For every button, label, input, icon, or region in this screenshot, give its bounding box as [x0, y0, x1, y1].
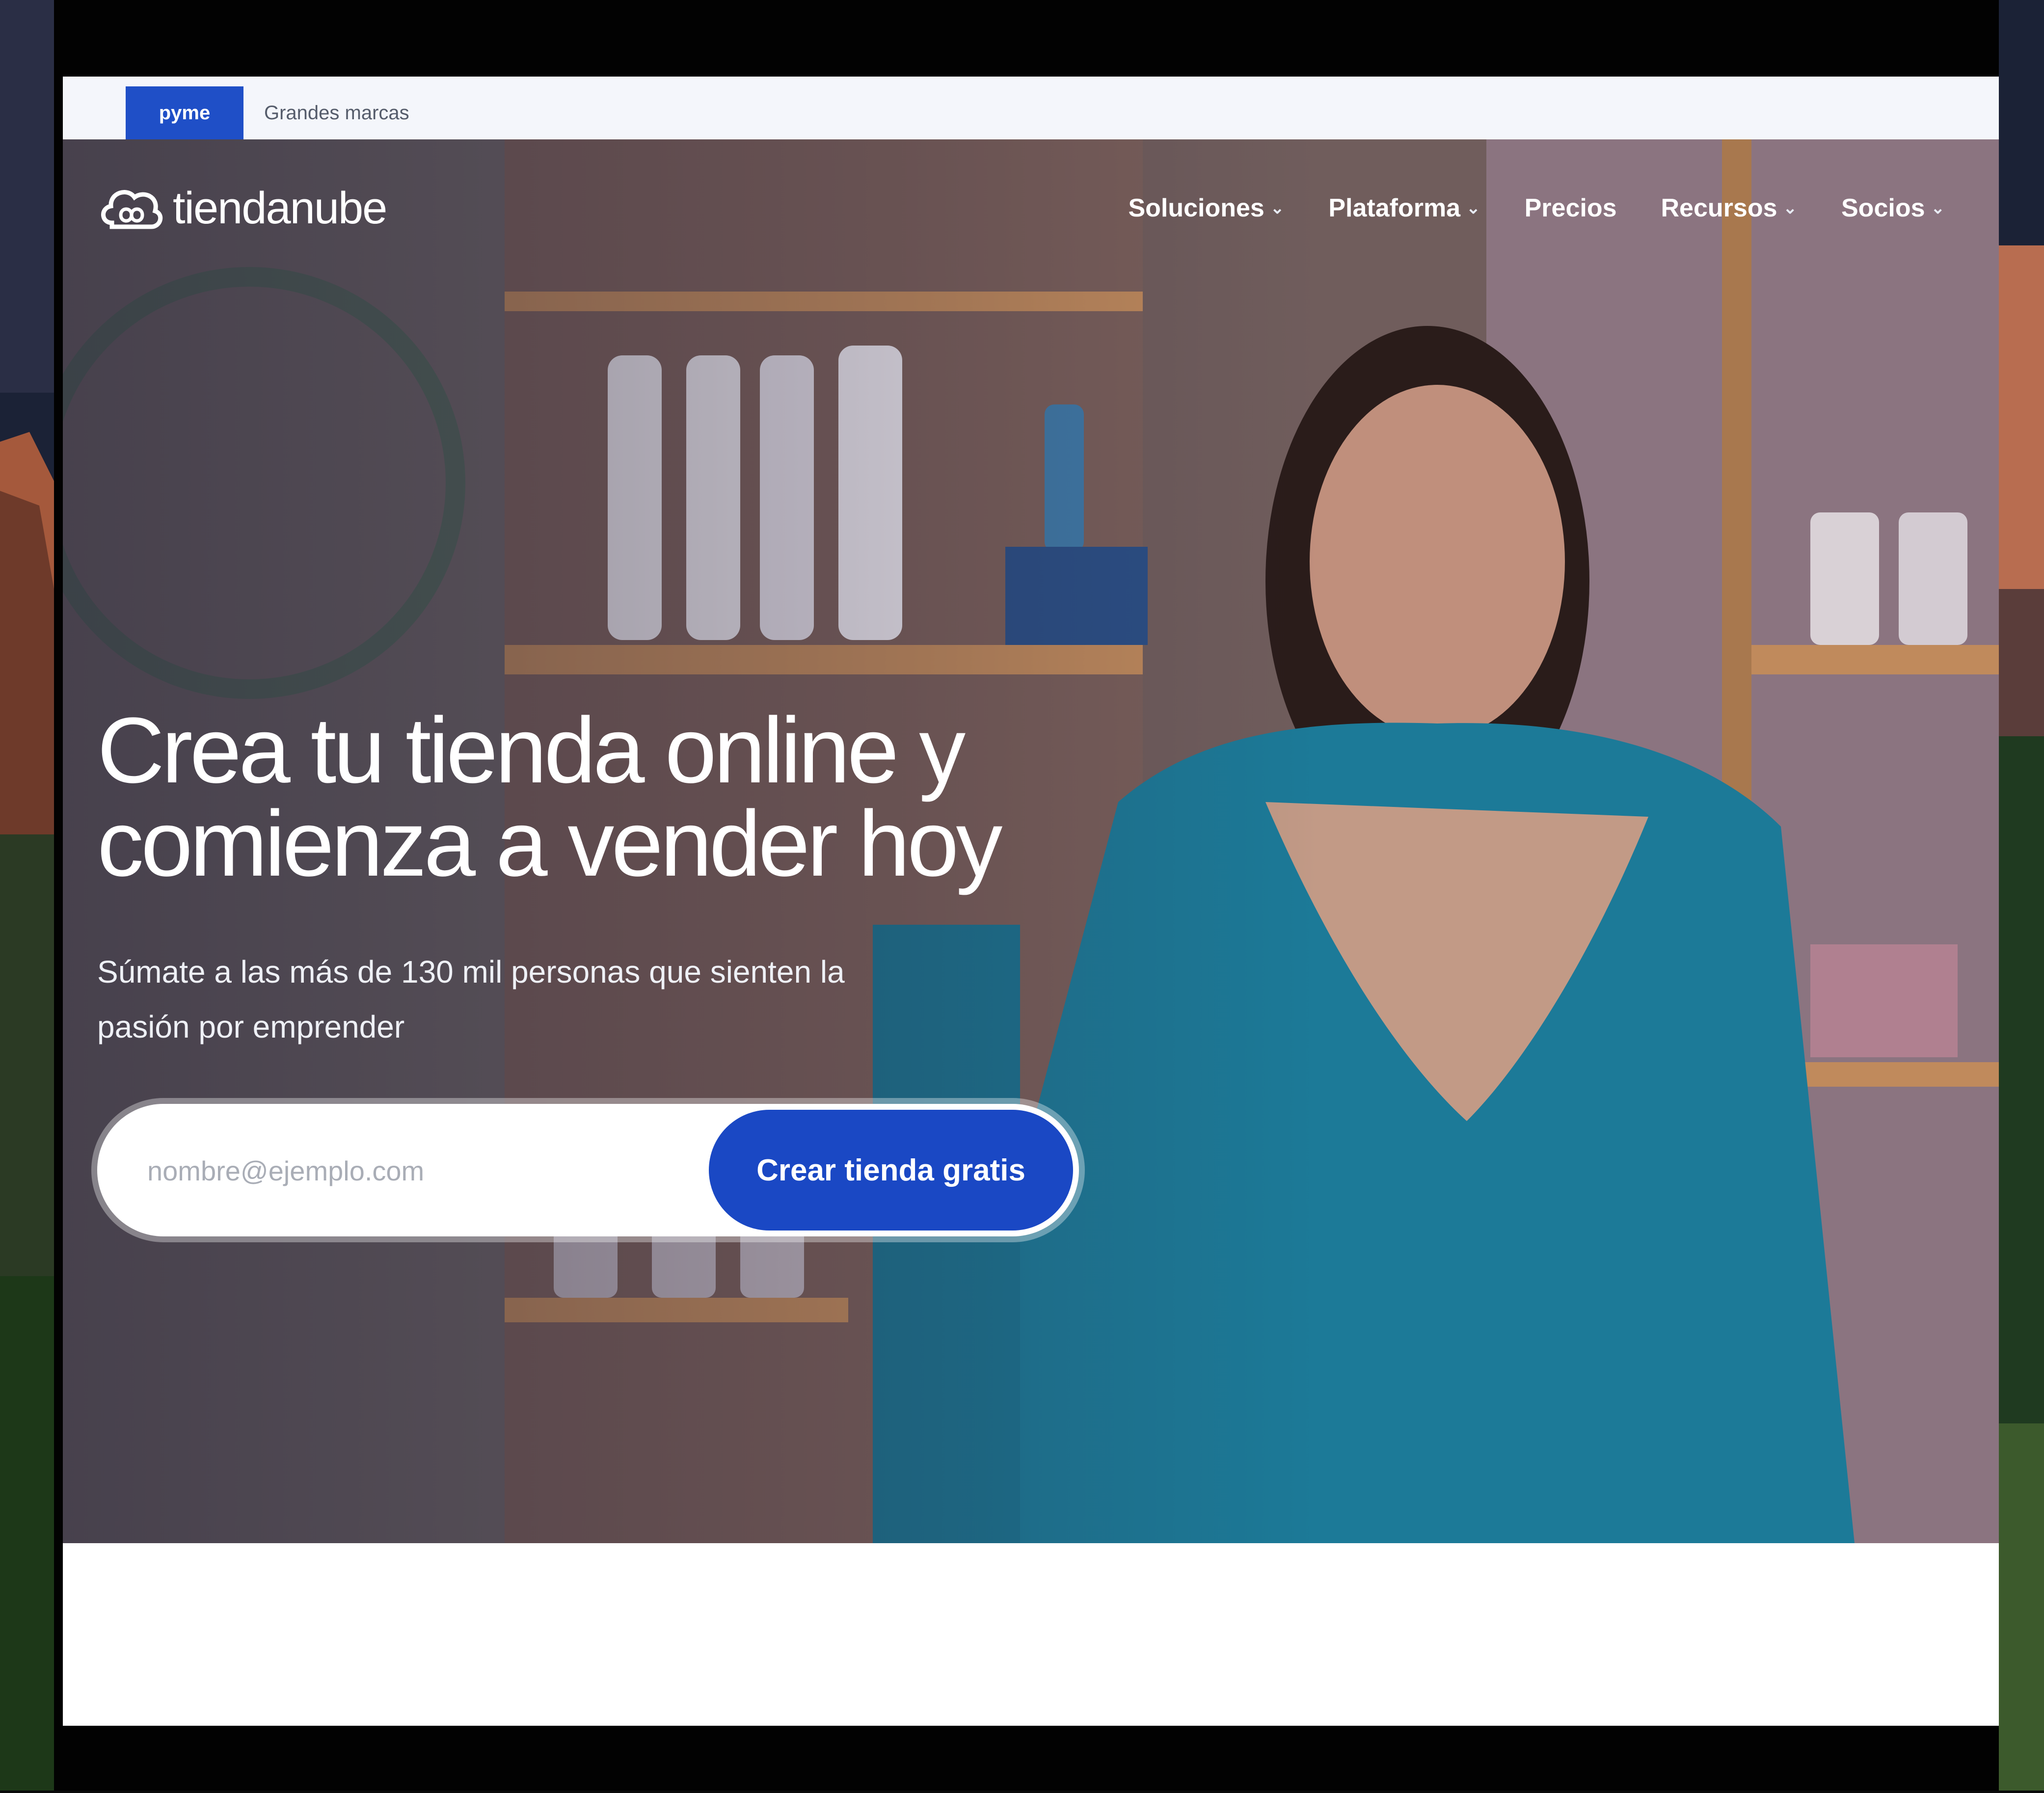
- chevron-down-icon: ⌄: [1270, 199, 1285, 217]
- chevron-down-icon: ⌄: [1931, 199, 1945, 217]
- chevron-down-icon: ⌄: [1783, 199, 1798, 217]
- nav-item-plataforma[interactable]: Plataforma ⌄: [1328, 193, 1480, 223]
- nav-item-soluciones[interactable]: Soluciones ⌄: [1128, 193, 1284, 223]
- browser-viewport: pyme Grandes marcas tiendanube Solucione…: [63, 77, 1999, 1726]
- nav-item-precios[interactable]: Precios: [1525, 193, 1617, 223]
- hero-section: tiendanube Soluciones ⌄ Plataforma ⌄ Pre…: [63, 139, 1999, 1543]
- wallpaper-right-strip: [1999, 0, 2044, 1791]
- content-section-blank: [63, 1543, 1999, 1726]
- wallpaper-left-strip: [0, 0, 54, 1791]
- segment-bar: pyme Grandes marcas: [63, 77, 1999, 140]
- nav-menu: Soluciones ⌄ Plataforma ⌄ Precios Recurs…: [1128, 193, 1945, 223]
- nav-item-recursos[interactable]: Recursos ⌄: [1661, 193, 1798, 223]
- create-store-button[interactable]: Crear tienda gratis: [709, 1110, 1073, 1231]
- mountain-landscape-left: [0, 0, 54, 1791]
- main-navigation: tiendanube Soluciones ⌄ Plataforma ⌄ Pre…: [63, 139, 1999, 247]
- tab-grandes-marcas[interactable]: Grandes marcas: [264, 86, 409, 139]
- nav-item-label: Precios: [1524, 194, 1617, 222]
- nav-item-label: Plataforma: [1328, 194, 1461, 222]
- signup-form: Crear tienda gratis: [97, 1104, 1079, 1236]
- tab-pyme[interactable]: pyme: [126, 86, 243, 139]
- nav-item-label: Socios: [1841, 194, 1925, 222]
- nav-item-label: Soluciones: [1128, 194, 1264, 222]
- email-input[interactable]: [146, 1138, 688, 1203]
- hero-headline: Crea tu tienda online y comienza a vende…: [97, 698, 1002, 896]
- hero-subheadline: Súmate a las más de 130 mil personas que…: [97, 954, 845, 1044]
- logo-wordmark: tiendanube: [173, 183, 387, 233]
- logo[interactable]: tiendanube: [97, 179, 387, 238]
- mountain-landscape-right: [1999, 0, 2044, 1791]
- chevron-down-icon: ⌄: [1466, 199, 1480, 217]
- cloud-infinity-logo-icon: [101, 190, 163, 229]
- nav-item-label: Recursos: [1661, 194, 1777, 222]
- nav-item-socios[interactable]: Socios ⌄: [1841, 193, 1945, 223]
